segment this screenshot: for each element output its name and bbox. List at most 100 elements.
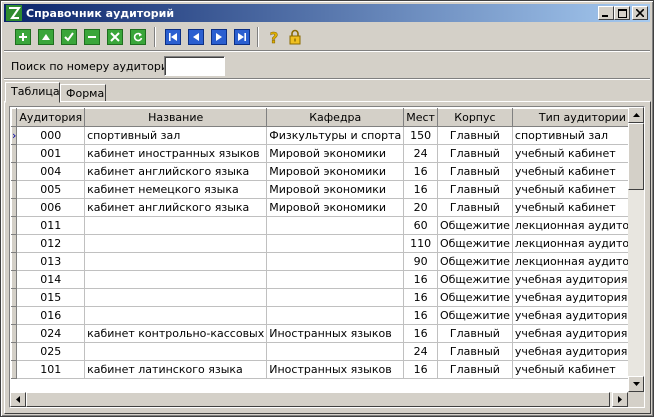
cell-department[interactable] [266, 252, 405, 271]
cell-seats[interactable]: 90 [403, 252, 438, 271]
cell-room[interactable]: 005 [16, 180, 86, 199]
table-row[interactable]: 011 60Общежитиелекционная аудитория [11, 216, 629, 235]
cell-name[interactable]: кабинет английского языка [84, 162, 268, 181]
table-row[interactable]: 016 16 Общежитие учебная аудитория [11, 306, 629, 325]
table-row[interactable]: 014 16 Общежитие учебная аудитория [11, 270, 629, 289]
table-row[interactable]: 004 кабинет английского языка Мировой экон… [11, 162, 629, 181]
cell-building[interactable]: Главный [437, 360, 513, 379]
cell-room-type[interactable]: учебная аудитория [512, 342, 629, 361]
cell-name[interactable] [84, 270, 268, 289]
cell-name[interactable]: кабинет английского языка [84, 198, 268, 217]
cell-building[interactable]: Общежитие [437, 270, 513, 289]
table-row[interactable]: 015 16 Общежитие учебная аудитория [11, 288, 629, 307]
cell-room-type[interactable]: учебная аудитория [512, 306, 629, 325]
title-bar[interactable]: Справочник аудиторий [4, 4, 650, 22]
move-up-button[interactable] [35, 26, 57, 48]
cell-room-type[interactable]: учебный кабинет [512, 198, 629, 217]
cell-room-type[interactable]: учебный кабинет [512, 360, 629, 379]
cell-department[interactable] [266, 342, 405, 361]
cell-room[interactable]: 101 [16, 360, 86, 379]
first-record-button[interactable] [162, 26, 184, 48]
cell-building[interactable]: Главный [437, 144, 513, 163]
cell-room[interactable]: 016 [16, 306, 86, 325]
minimize-button[interactable] [598, 6, 614, 20]
prev-record-button[interactable] [185, 26, 207, 48]
cell-department[interactable]: Иностранных языков [266, 360, 405, 379]
table-row[interactable]: 101 кабинет латинского языка Иностранных я… [11, 360, 629, 379]
cell-building[interactable]: Общежитие [437, 288, 513, 307]
cell-name[interactable] [84, 252, 268, 271]
cell-building[interactable]: Главный [437, 162, 513, 181]
cell-room-type[interactable]: лекционная аудитория [512, 234, 629, 253]
row-indicator[interactable]: › [11, 126, 18, 145]
cell-room-type[interactable]: учебная аудитория [512, 270, 629, 289]
cell-seats[interactable]: 16 [403, 162, 438, 181]
cell-name[interactable]: кабинет контрольно-кассовых [84, 324, 268, 343]
cell-seats[interactable]: 16 [403, 324, 438, 343]
cell-room[interactable]: 025 [16, 342, 86, 361]
scroll-down-button[interactable] [628, 376, 644, 392]
tab-table[interactable]: Таблица [5, 82, 60, 103]
table-row[interactable]: 025 24 Главный учебная аудитория [11, 342, 629, 361]
cell-building[interactable]: Общежитие [437, 252, 513, 271]
cell-room-type[interactable]: учебный кабинет [512, 162, 629, 181]
maximize-button[interactable] [614, 6, 630, 20]
column-header-department[interactable]: Кафедра [266, 108, 405, 127]
help-button[interactable]: ? [263, 26, 285, 48]
cell-department[interactable] [266, 216, 405, 235]
table-row[interactable]: 005 кабинет немецкого языка Мировой эконом… [11, 180, 629, 199]
cell-department[interactable]: Мировой экономики [266, 162, 405, 181]
cell-building[interactable]: Общежитие [437, 216, 513, 235]
table-row[interactable]: 006 кабинет английского языка Мировой экон… [11, 198, 629, 217]
close-button[interactable] [632, 6, 648, 20]
tab-form[interactable]: Форма [60, 84, 106, 102]
cell-room[interactable]: 015 [16, 288, 86, 307]
next-record-button[interactable] [208, 26, 230, 48]
table-row[interactable]: 024 кабинет контрольно-кассовых Иностранны… [11, 324, 629, 343]
cell-building[interactable]: Общежитие [437, 306, 513, 325]
cell-room[interactable]: 011 [16, 216, 86, 235]
cell-name[interactable]: кабинет немецкого языка [84, 180, 268, 199]
cell-room-type[interactable]: учебный кабинет [512, 180, 629, 199]
cell-department[interactable] [266, 270, 405, 289]
cell-department[interactable]: Мировой экономики [266, 144, 405, 163]
cell-room[interactable]: 006 [16, 198, 86, 217]
add-button[interactable] [12, 26, 34, 48]
cell-seats[interactable]: 20 [403, 198, 438, 217]
cell-room-type[interactable]: лекционная аудитория [512, 216, 629, 235]
cell-seats[interactable]: 16 [403, 288, 438, 307]
vertical-scrollbar[interactable] [628, 107, 644, 392]
cell-name[interactable] [84, 288, 268, 307]
cell-room[interactable]: 004 [16, 162, 86, 181]
cell-building[interactable]: Главный [437, 324, 513, 343]
cell-room-type[interactable]: учебный кабинет [512, 144, 629, 163]
cell-building[interactable]: Главный [437, 198, 513, 217]
cell-department[interactable]: Иностранных языков [266, 324, 405, 343]
column-header-building[interactable]: Корпус [436, 108, 513, 127]
cell-department[interactable] [266, 234, 405, 253]
cell-department[interactable]: Физкультуры и спорта [266, 126, 405, 145]
cancel-button[interactable] [104, 26, 126, 48]
search-input[interactable] [164, 56, 225, 76]
hscroll-thumb[interactable] [26, 392, 610, 407]
cell-name[interactable] [84, 342, 268, 361]
scroll-up-button[interactable] [628, 107, 644, 123]
cell-building[interactable]: Главный [437, 342, 513, 361]
cell-seats[interactable]: 16 [403, 306, 438, 325]
cell-room[interactable]: 013 [16, 252, 86, 271]
cell-name[interactable]: кабинет иностранных языков [84, 144, 268, 163]
cell-building[interactable]: Общежитие [437, 234, 513, 253]
cell-department[interactable] [266, 306, 405, 325]
cell-room-type[interactable]: спортивный зал [512, 126, 629, 145]
cell-building[interactable]: Главный [437, 180, 513, 199]
cell-room[interactable]: 024 [16, 324, 86, 343]
cell-seats[interactable]: 16 [403, 270, 438, 289]
column-header-name[interactable]: Название [84, 108, 268, 127]
cell-seats[interactable]: 24 [403, 144, 438, 163]
refresh-button[interactable] [127, 26, 149, 48]
cell-name[interactable]: кабинет латинского языка [84, 360, 268, 379]
cell-room[interactable]: 012 [16, 234, 86, 253]
cell-seats[interactable]: 24 [403, 342, 438, 361]
confirm-button[interactable] [58, 26, 80, 48]
horizontal-scrollbar[interactable] [10, 392, 628, 407]
